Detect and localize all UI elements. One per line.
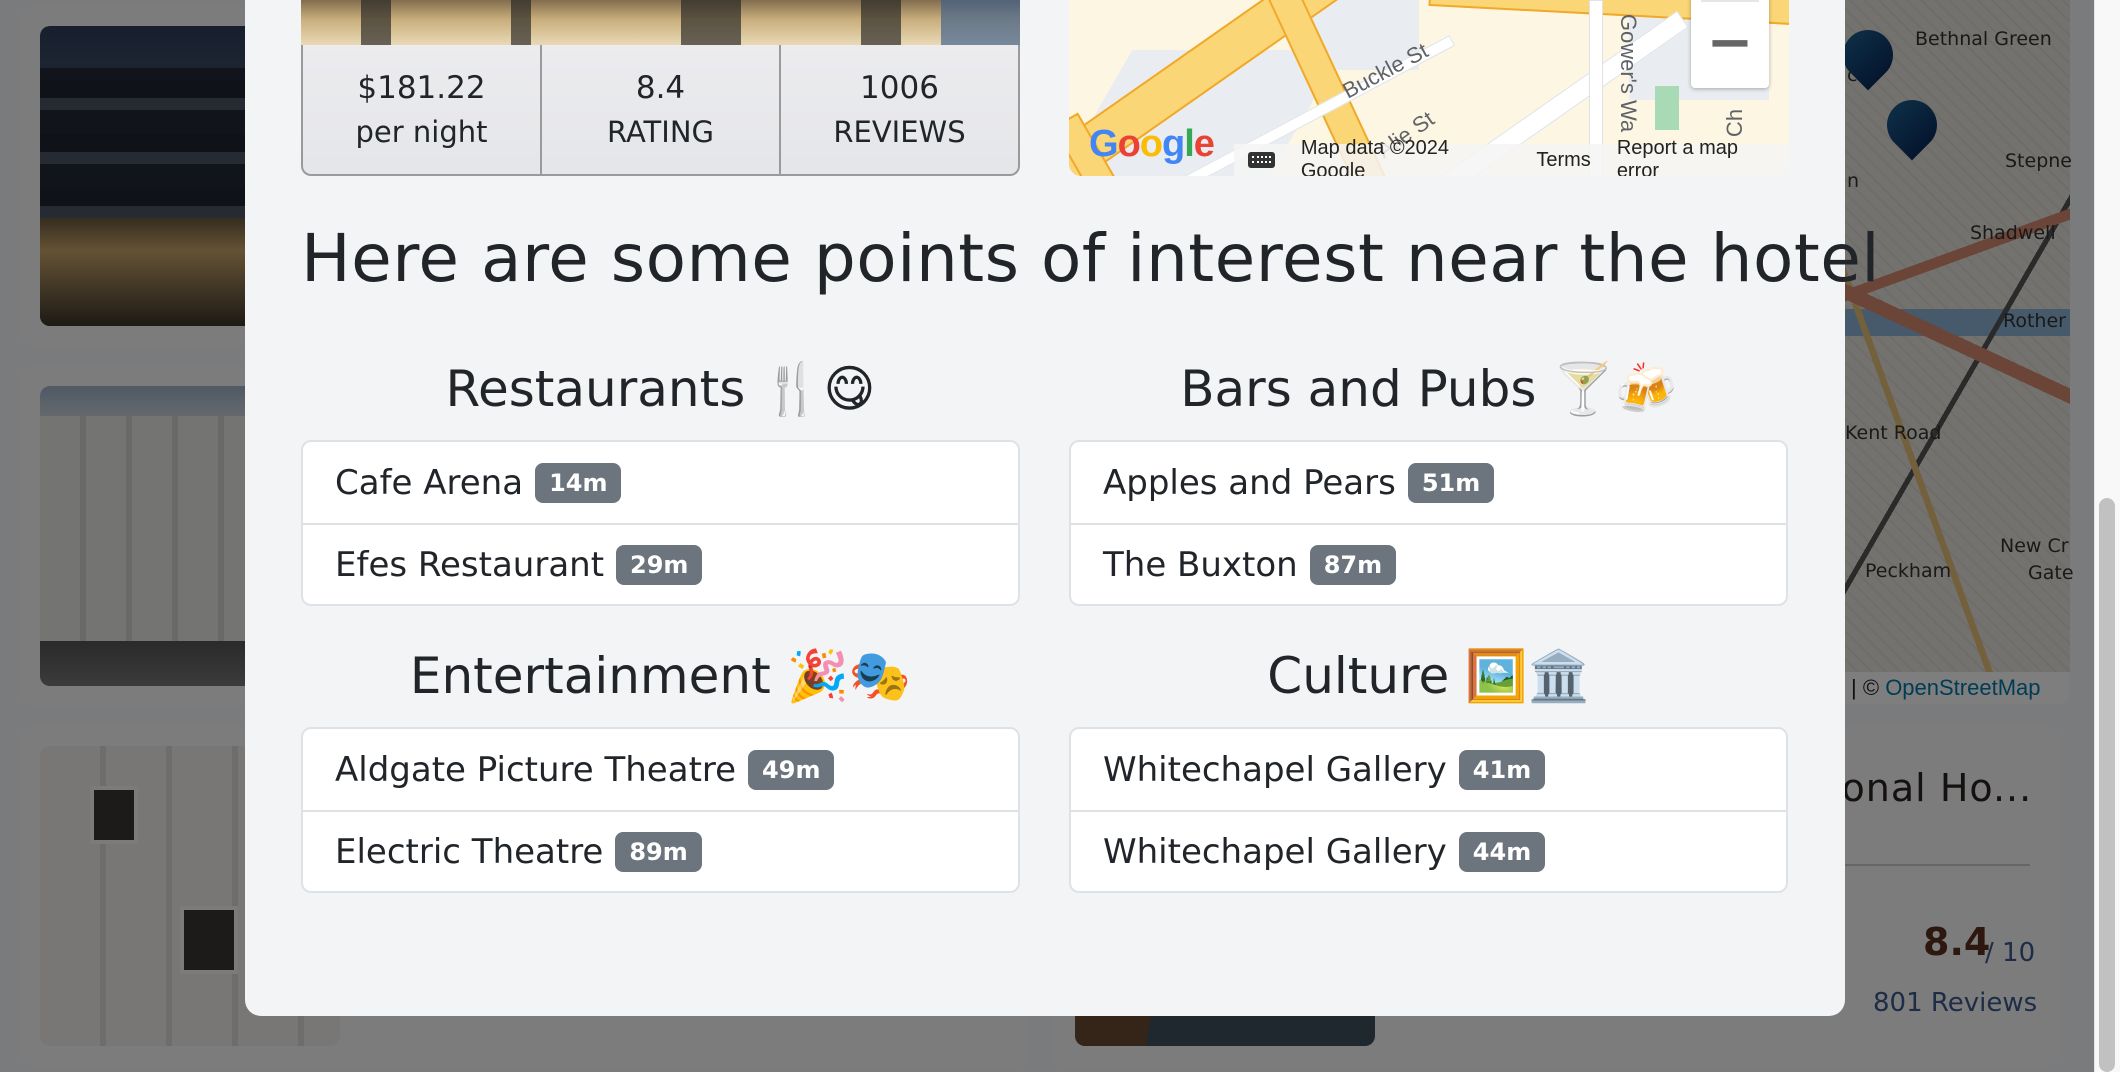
logo-letter: e [1193,123,1215,165]
poi-list-item[interactable]: Apples and Pears 51m [1071,442,1786,523]
category-title: Entertainment 🎉🎭 [409,647,912,705]
poi-list-item[interactable]: Cafe Arena 14m [303,442,1018,523]
rating-label: RATING [607,114,714,149]
hotel-details-modal: $181.22 per night 8.4 RATING 1006 REVIEW… [245,0,1880,1016]
reviews-stat: 1006 REVIEWS [781,45,1018,174]
logo-letter: o [1117,123,1141,165]
poi-list-item[interactable]: Efes Restaurant 29m [303,523,1018,604]
street-label: Gower's Wa [1616,13,1642,133]
terms-link[interactable]: Terms [1536,149,1590,172]
google-map-attribution: Map data ©2024 Google Terms Report a map… [1234,137,1789,176]
poi-list-item[interactable]: The Buxton 87m [1071,523,1786,604]
park-area [1655,86,1679,130]
hotel-stats: $181.22 per night 8.4 RATING 1006 REVIEW… [301,45,1020,176]
price-label: per night [355,114,488,149]
distance-badge: 29m [616,544,703,585]
distance-badge: 87m [1309,544,1397,585]
page-scrollbar-thumb[interactable] [2099,498,2115,1072]
poi-name: Apples and Pears [1103,462,1396,503]
poi-list: Whitechapel Gallery 41m Whitechapel Gall… [1069,727,1788,893]
logo-letter: o [1139,123,1163,165]
reviews-label: REVIEWS [833,114,966,149]
poi-category-entertainment: Entertainment 🎉🎭 Aldgate Picture Theatre… [301,635,1020,893]
poi-name: The Buxton [1103,544,1298,585]
distance-badge: 44m [1458,831,1546,872]
poi-name: Whitechapel Gallery [1103,749,1447,790]
poi-name: Aldgate Picture Theatre [335,749,737,790]
poi-name: Efes Restaurant [335,544,605,585]
poi-category-bars-pubs: Bars and Pubs 🍸🍻 Apples and Pears 51m Th… [1069,348,1788,606]
poi-name: Whitechapel Gallery [1103,831,1447,872]
logo-letter: g [1162,123,1185,165]
google-map[interactable]: Buckle St Alie St Gower's Wa A13 Ch + − … [1069,0,1789,176]
google-logo[interactable]: Google [1089,123,1215,166]
poi-list-item[interactable]: Whitechapel Gallery 41m [1071,729,1786,810]
poi-category-culture: Culture 🖼️🏛️ Whitechapel Gallery 41m Whi… [1069,635,1788,893]
distance-badge: 51m [1407,462,1495,503]
poi-list: Apples and Pears 51m The Buxton 87m [1069,440,1788,606]
poi-name: Electric Theatre [335,831,604,872]
price-stat: $181.22 per night [303,45,542,174]
category-title: Culture 🖼️🏛️ [1267,647,1590,705]
price-value: $181.22 [357,69,486,106]
distance-badge: 49m [748,749,835,790]
rating-value: 8.4 [635,69,686,106]
poi-list-item[interactable]: Aldgate Picture Theatre 49m [303,729,1018,810]
poi-list-item[interactable]: Electric Theatre 89m [303,810,1018,891]
report-map-error-link[interactable]: Report a map error [1617,137,1779,176]
distance-badge: 89m [615,831,702,872]
category-title: Bars and Pubs 🍸🍻 [1180,360,1677,418]
logo-letter: l [1184,123,1195,165]
poi-list: Cafe Arena 14m Efes Restaurant 29m [301,440,1020,606]
poi-list-item[interactable]: Whitechapel Gallery 44m [1071,810,1786,891]
distance-badge: 41m [1458,749,1546,790]
category-title: Restaurants 🍴😋 [445,360,876,418]
rating-stat: 8.4 RATING [542,45,781,174]
poi-category-restaurants: Restaurants 🍴😋 Cafe Arena 14m Efes Resta… [301,348,1020,606]
hotel-photo [301,0,1020,45]
logo-letter: G [1089,123,1119,165]
poi-name: Cafe Arena [335,462,524,503]
reviews-value: 1006 [860,69,939,106]
map-data-text: Map data ©2024 Google [1300,137,1450,176]
map-zoom-control: + − [1691,0,1769,88]
poi-list: Aldgate Picture Theatre 49m Electric The… [301,727,1020,893]
poi-heading: Here are some points of interest near th… [301,220,1881,297]
street-label: Ch [1722,108,1748,138]
keyboard-icon[interactable] [1248,152,1275,168]
distance-badge: 14m [535,462,622,503]
zoom-out-button[interactable]: − [1691,2,1769,82]
